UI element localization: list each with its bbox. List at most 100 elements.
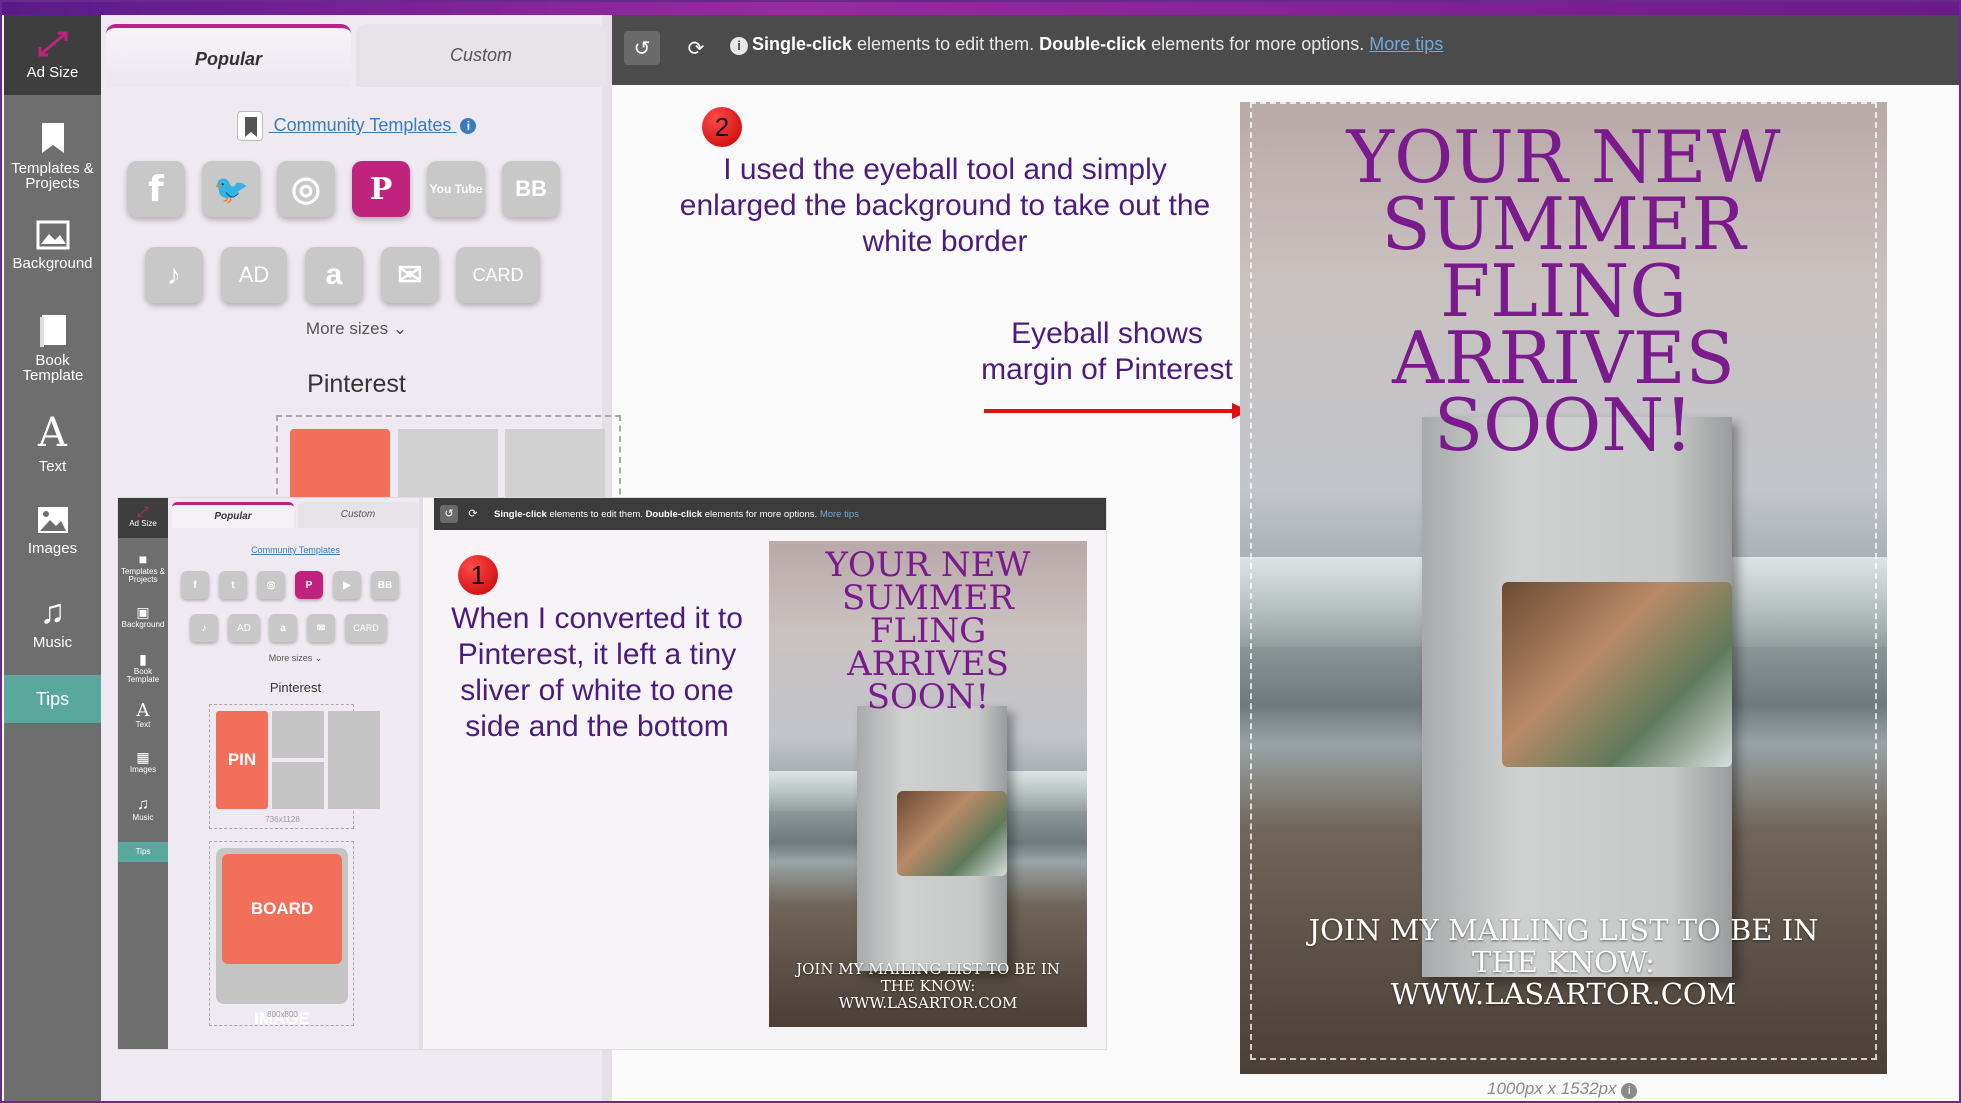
sidebar-item-music[interactable]: ♫ Music: [4, 595, 101, 665]
info-icon: i: [1621, 1083, 1638, 1099]
sidebar-item-label: Ad Size: [129, 519, 157, 528]
pinterest-template-options[interactable]: [276, 415, 621, 509]
inset-section-title: Pinterest: [269, 680, 322, 695]
pin-dims: 736x1128: [265, 815, 300, 824]
annotation-note: I used the eyeball tool and simply enlar…: [679, 153, 1211, 258]
resize-arrows-icon: [38, 31, 67, 57]
sidebar-item-text[interactable]: A Text: [4, 413, 101, 493]
left-sidebar: Ad Size Templates & Projects Background …: [4, 15, 101, 1101]
undo-button[interactable]: ↺: [624, 31, 660, 65]
chevron-down-icon: ⌄: [314, 653, 323, 663]
more-sizes-toggle[interactable]: More sizes ⌄: [101, 319, 612, 339]
background-image-icon: [36, 220, 69, 250]
inset-sidebar-background: ▣ Background: [118, 603, 168, 629]
inset-more-sizes: More sizes ⌄: [168, 653, 423, 664]
pin-thumb-placeholder: [328, 711, 380, 809]
window-top-strip: [2, 2, 1959, 15]
mail-icon: ✉: [307, 614, 335, 642]
card-icon: CARD: [345, 614, 387, 642]
sidebar-item-label: Music: [32, 634, 73, 651]
facebook-icon[interactable]: f: [127, 161, 185, 217]
twitter-icon[interactable]: 🐦: [202, 161, 260, 217]
sidebar-item-label: Images: [27, 540, 78, 557]
bookmark-icon: [236, 111, 263, 141]
tiktok-icon[interactable]: ♪: [145, 247, 203, 303]
inset-sidebar-templates: ■ Templates & Projects: [118, 550, 168, 584]
info-icon[interactable]: i: [460, 118, 477, 134]
book-icon: ▮: [139, 651, 147, 667]
facebook-icon: f: [181, 571, 209, 599]
pinterest-margin-guide: [1250, 102, 1877, 1060]
tab-custom[interactable]: Custom: [356, 24, 606, 87]
mail-icon[interactable]: ✉: [381, 247, 439, 303]
sidebar-item-label: Background: [121, 620, 165, 629]
inset-sidebar-text: A Text: [118, 701, 168, 729]
inset-sidebar-ad-size: ⤢ Ad Size: [118, 498, 168, 538]
annotation-note: Eyeball shows margin of Pinterest: [981, 317, 1233, 386]
undo-icon: ↺: [440, 505, 458, 523]
pin-thumb-placeholder: [272, 711, 324, 758]
sidebar-item-label: Music: [132, 813, 154, 822]
community-templates-label: Community Templates: [273, 114, 452, 135]
bb-icon: BB: [371, 571, 399, 599]
sidebar-item-label: Text: [38, 458, 67, 475]
canvas-dimensions: 1000px x 1532px i: [1487, 1079, 1638, 1099]
inset-pin-option: PIN 736x1128: [209, 704, 380, 829]
section-title: Pinterest: [307, 370, 406, 398]
twitter-icon: t: [219, 571, 247, 599]
instagram-icon[interactable]: ◎: [277, 161, 335, 217]
poster-canvas[interactable]: YOUR NEW SUMMER FLING ARRIVES SOON! JOIN MY …: [1240, 102, 1887, 1074]
ad-icon: AD: [228, 614, 260, 642]
inset-poster: YOUR NEW SUMMER FLING ARRIVES SOON! JOIN MY …: [769, 541, 1087, 1027]
annotation-badge: 2: [702, 107, 742, 147]
toolbar-hint: i Single-click elements to edit them. Dou…: [730, 34, 1443, 55]
tips-button[interactable]: Tips: [4, 675, 101, 723]
inset-board-option: BOARD IMAGE 800x800: [209, 841, 354, 1028]
more-tips-link[interactable]: More tips: [1369, 34, 1443, 54]
sidebar-item-images[interactable]: Images: [4, 505, 101, 585]
inset-toolbar-hint: Single-click elements to edit them. Doub…: [494, 509, 859, 520]
background-image-icon: ▣: [136, 604, 150, 620]
sidebar-item-label: Templates & Projects: [11, 160, 94, 192]
text-icon: A: [38, 410, 67, 456]
editor-toolbar: ↺ ⟳ i Single-click elements to edit them.…: [612, 15, 1959, 85]
youtube-icon[interactable]: You Tube: [427, 161, 485, 217]
refresh-icon: ⟳: [687, 37, 705, 60]
text-icon: A: [136, 700, 150, 721]
image-icon: [37, 507, 68, 533]
more-sizes-label: More sizes: [268, 653, 313, 663]
bb-icon[interactable]: BB: [502, 161, 560, 217]
amazon-icon[interactable]: a: [305, 247, 363, 303]
sidebar-item-templates[interactable]: Templates & Projects: [4, 121, 101, 211]
sidebar-item-book-template[interactable]: Book Template: [4, 313, 101, 413]
screen: Ad Size Templates & Projects Background …: [0, 0, 1961, 1103]
info-icon: i: [730, 37, 748, 55]
tab-popular[interactable]: Popular: [106, 24, 351, 87]
bookmark-icon: [41, 123, 64, 153]
youtube-icon: ▶: [333, 571, 361, 599]
pin-thumb-placeholder: [272, 762, 324, 809]
tiktok-icon: ♪: [190, 614, 218, 642]
board-dims: 800x800: [267, 1010, 298, 1019]
inset-tab-popular: Popular: [172, 502, 294, 528]
inset-community-templates-link: Community Templates: [251, 545, 340, 555]
inset-sidebar: ⤢ Ad Size ■ Templates & Projects ▣ Backgro…: [118, 498, 168, 1049]
sidebar-item-ad-size[interactable]: Ad Size: [4, 15, 101, 95]
chevron-down-icon: ⌄: [392, 319, 408, 338]
sidebar-item-label: Templates & Projects: [120, 567, 166, 584]
community-templates-link[interactable]: Community Templates i: [101, 111, 612, 141]
pinterest-icon[interactable]: P: [352, 161, 410, 217]
inset-sidebar-images: ▦ Images: [118, 748, 168, 774]
sidebar-item-label: Images: [129, 765, 157, 774]
inset-screenshot: ⤢ Ad Size ■ Templates & Projects ▣ Backgro…: [117, 497, 1107, 1050]
sidebar-item-background[interactable]: Background: [4, 220, 101, 300]
card-icon[interactable]: CARD: [456, 247, 540, 303]
annotation-badge: 1: [458, 555, 498, 595]
annotation-note: When I converted it to Pinterest, it lef…: [451, 602, 743, 743]
refresh-button[interactable]: ⟳: [678, 31, 714, 65]
board-image-thumb: BOARD IMAGE: [222, 854, 342, 1028]
instagram-icon: ◎: [257, 571, 285, 599]
inset-sidebar-music: ♫ Music: [118, 796, 168, 822]
ad-icon[interactable]: AD: [221, 247, 287, 303]
sidebar-item-label: Book Template: [126, 667, 160, 684]
